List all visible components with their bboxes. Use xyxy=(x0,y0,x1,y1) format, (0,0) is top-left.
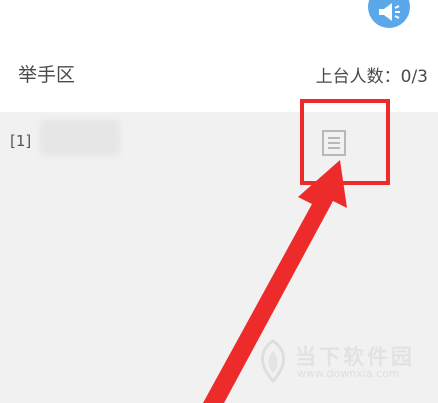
watermark: 当下软件园 www.downxia.com xyxy=(255,337,435,387)
watermark-logo-icon xyxy=(261,339,285,383)
watermark-url: www.downxia.com xyxy=(297,367,400,380)
